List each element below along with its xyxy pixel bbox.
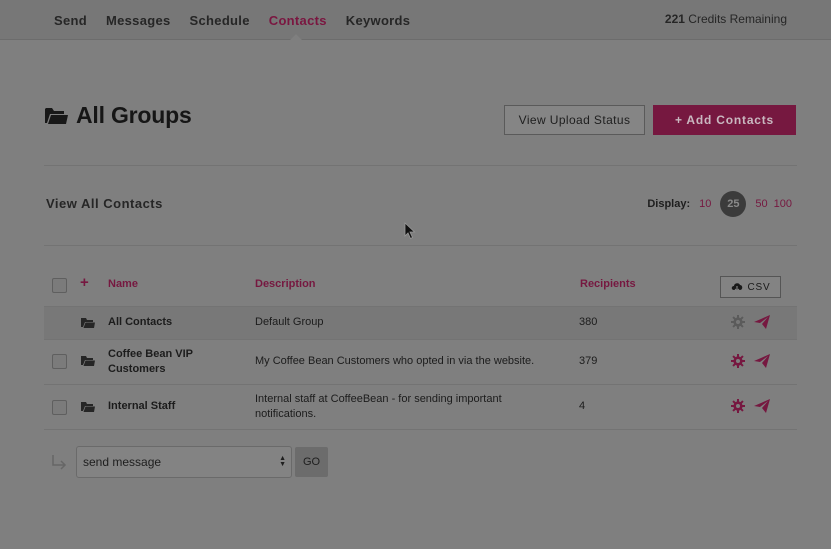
folder-open-icon: [45, 108, 68, 124]
folder-icon: [81, 402, 95, 412]
page-size-50[interactable]: 50: [755, 198, 767, 210]
add-group-icon[interactable]: +: [80, 275, 89, 290]
add-contacts-button[interactable]: + Add Contacts: [653, 105, 796, 135]
row-checkbox[interactable]: [52, 354, 67, 369]
page-title: All Groups: [76, 102, 192, 128]
nav-contacts[interactable]: Contacts: [269, 13, 327, 28]
group-description: My Coffee Bean Customers who opted in vi…: [255, 355, 535, 367]
row-divider: [44, 429, 797, 430]
main-nav: Send Messages Schedule Contacts Keywords: [54, 0, 429, 40]
nav-send[interactable]: Send: [54, 13, 87, 28]
credits-remaining: 221 Credits Remaining: [665, 12, 787, 26]
send-icon[interactable]: [754, 399, 770, 413]
gear-icon[interactable]: [731, 399, 745, 413]
view-upload-status-button[interactable]: View Upload Status: [504, 105, 645, 135]
select-all-checkbox[interactable]: [52, 278, 67, 293]
row-checkbox[interactable]: [52, 400, 67, 415]
page-size-25[interactable]: 25: [720, 191, 747, 217]
mouse-cursor-icon: [404, 222, 416, 240]
gear-icon[interactable]: [731, 315, 745, 329]
column-header-recipients[interactable]: Recipients: [580, 278, 636, 290]
display-label: Display:: [647, 198, 691, 210]
group-name[interactable]: All Contacts: [108, 315, 172, 330]
page-heading: All Groups: [44, 102, 192, 129]
credits-count: 221: [664, 12, 685, 26]
go-button[interactable]: GO: [295, 447, 328, 477]
send-icon[interactable]: [754, 354, 770, 368]
nav-schedule[interactable]: Schedule: [190, 13, 250, 28]
section-title: View All Contacts: [46, 196, 163, 211]
bulk-action-select[interactable]: send message ▲ ▼: [76, 446, 292, 478]
group-name[interactable]: Coffee Bean VIP Customers: [108, 347, 193, 377]
table-row[interactable]: Coffee Bean VIP Customers My Coffee Bean …: [44, 340, 797, 384]
gear-icon[interactable]: [731, 354, 745, 368]
select-arrows-icon: ▲ ▼: [279, 455, 286, 468]
table-row[interactable]: Internal Staff Internal staff at CoffeeB…: [44, 385, 797, 429]
csv-label: CSV: [747, 281, 771, 293]
group-recipients: 380: [579, 316, 598, 328]
group-recipients: 379: [579, 355, 598, 367]
top-nav-bar: Send Messages Schedule Contacts Keywords…: [0, 0, 831, 40]
nav-messages[interactable]: Messages: [106, 13, 171, 28]
column-header-name[interactable]: Name: [108, 278, 138, 290]
credits-label: Credits Remaining: [684, 12, 787, 26]
folder-icon: [81, 356, 95, 366]
nav-keywords[interactable]: Keywords: [346, 13, 411, 28]
group-name[interactable]: Internal Staff: [108, 399, 175, 414]
page-size-selector: Display: 10 25 50 100: [647, 191, 795, 217]
column-header-description[interactable]: Description: [255, 278, 316, 290]
folder-icon: [81, 318, 95, 328]
divider: [44, 165, 797, 166]
bulk-action-selected: send message: [83, 455, 162, 469]
return-arrow-icon: [52, 455, 67, 470]
page-size-10[interactable]: 10: [699, 198, 711, 210]
table-row[interactable]: All Contacts Default Group 380: [44, 307, 797, 339]
group-recipients: 4: [579, 400, 586, 412]
group-description: Internal staff at CoffeeBean - for sendi…: [255, 393, 502, 420]
divider: [44, 245, 797, 246]
group-description: Default Group: [255, 316, 324, 328]
cloud-download-icon: [731, 283, 742, 292]
csv-download-button[interactable]: CSV: [720, 276, 781, 298]
active-nav-indicator: [290, 34, 302, 40]
page-size-100[interactable]: 100: [774, 198, 792, 210]
send-icon[interactable]: [754, 315, 770, 329]
